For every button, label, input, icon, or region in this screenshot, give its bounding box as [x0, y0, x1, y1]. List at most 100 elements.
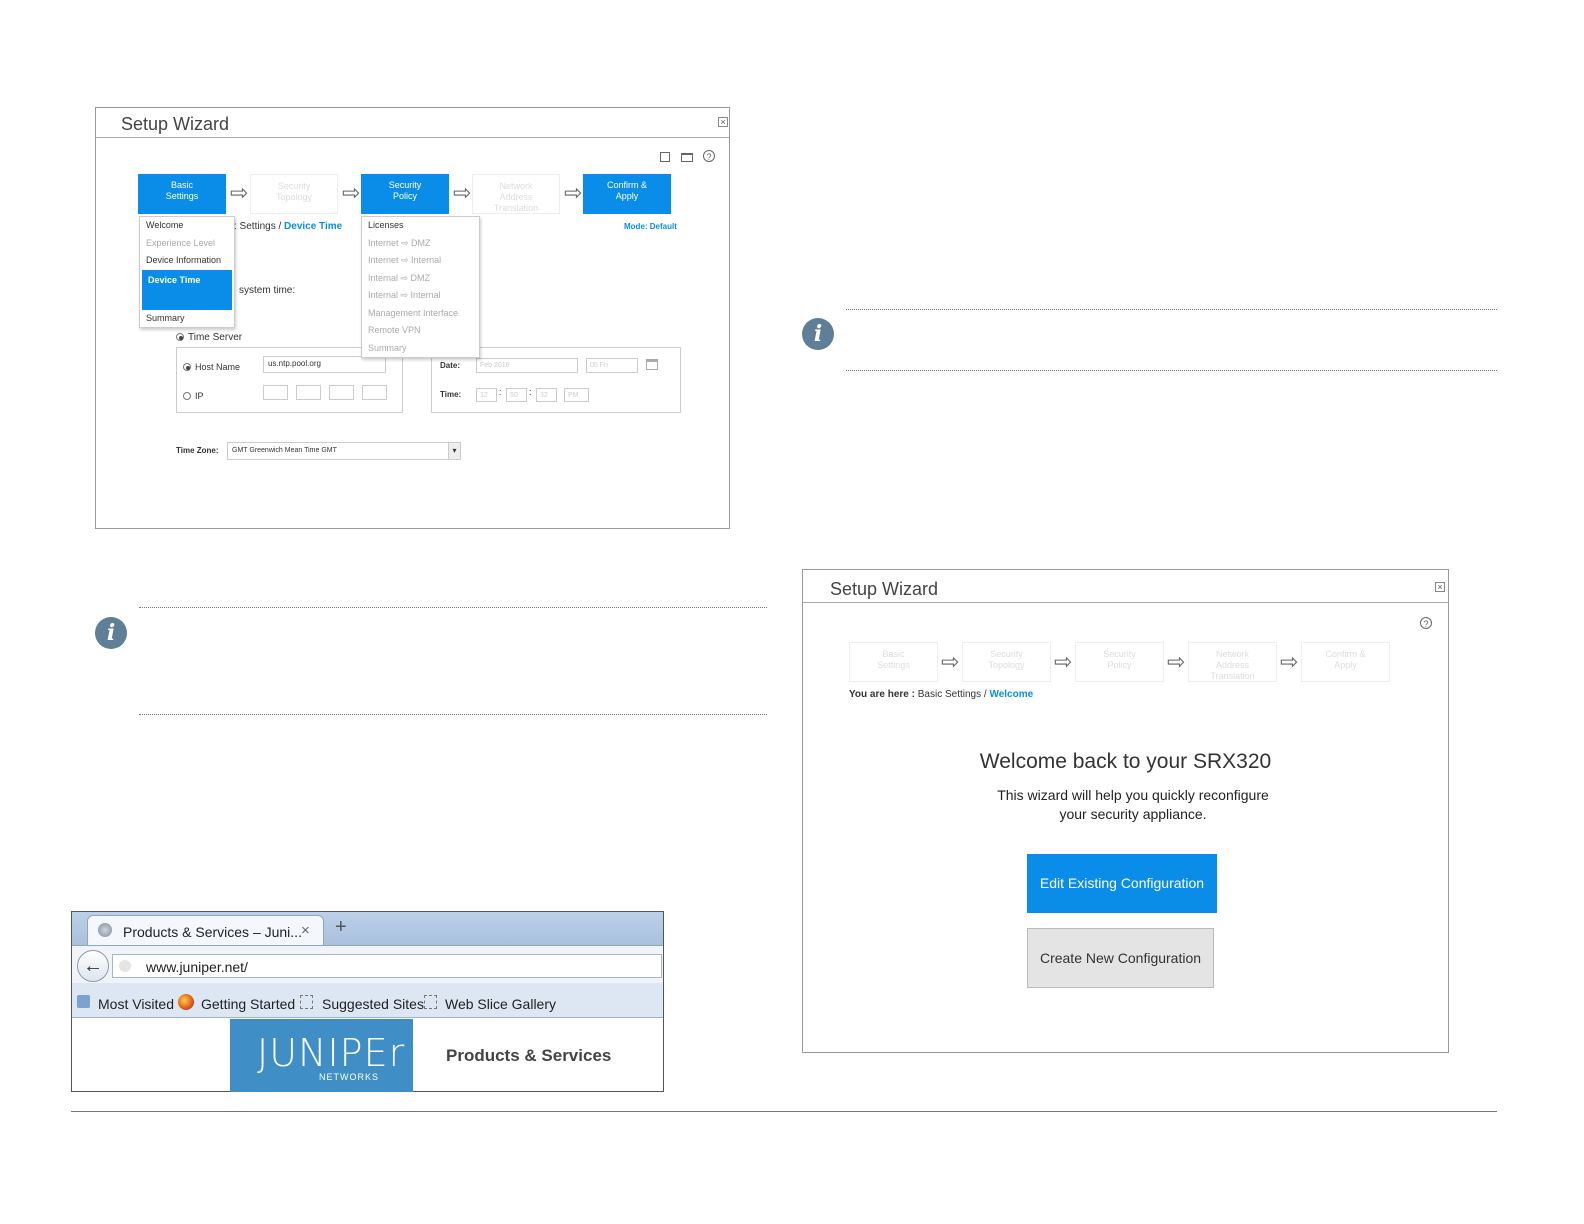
step-arrow-icon: ⇨: [941, 649, 960, 674]
site-identity-icon: [119, 960, 131, 972]
host-name-radio[interactable]: [183, 363, 191, 371]
time-server-radio[interactable]: [176, 333, 184, 341]
menu-item[interactable]: Experience Level: [140, 235, 234, 253]
time-server-label: Time Server: [188, 332, 243, 343]
time-sep: :: [529, 387, 532, 397]
ip-octet-3[interactable]: [329, 385, 354, 400]
mode-label: Mode: Default: [624, 222, 677, 231]
create-new-configuration-button[interactable]: Create New Configuration: [1027, 928, 1214, 988]
time-minute[interactable]: 50: [506, 388, 527, 402]
bookmark-suggested-sites[interactable]: Suggested Sites: [322, 996, 424, 1012]
menu-item[interactable]: Licenses: [362, 217, 479, 235]
calendar-icon[interactable]: [646, 359, 658, 370]
menu-item[interactable]: Summary: [362, 340, 479, 358]
bookmark-most-visited[interactable]: Most Visited: [98, 996, 174, 1012]
day-input[interactable]: 05 Fri: [586, 358, 638, 373]
step-arrow-icon: ⇨: [1280, 649, 1299, 674]
help-icon[interactable]: ?: [1420, 617, 1432, 629]
address-bar[interactable]: www.juniper.net/: [112, 954, 662, 978]
save-icon[interactable]: [660, 152, 670, 162]
juniper-logo[interactable]: JUNIPEr NETWORKS: [230, 1019, 413, 1092]
menu-item[interactable]: Device Time: [142, 269, 232, 310]
wizard-step-1[interactable]: Security Topology: [962, 642, 1051, 682]
note-rule-bottom: [846, 370, 1497, 371]
menu-item[interactable]: Management Interface: [362, 305, 479, 323]
menu-item[interactable]: Internet ⇨ Internal: [362, 252, 479, 270]
menu-item[interactable]: Internal ⇨ DMZ: [362, 270, 479, 288]
note-rule-bottom: [139, 714, 767, 715]
breadcrumb: : Settings / Device Time: [234, 221, 342, 232]
menu-item[interactable]: Summary: [140, 310, 234, 328]
step-arrow-icon: ⇨: [564, 180, 583, 205]
time-hour[interactable]: 12: [476, 388, 497, 402]
breadcrumb: You are here : Basic Settings / Welcome: [849, 689, 1033, 700]
welcome-heading: Welcome back to your SRX320: [979, 750, 1272, 773]
menu-item[interactable]: Internet ⇨ DMZ: [362, 235, 479, 253]
note-rule-top: [846, 309, 1497, 310]
note-rule-top: [139, 607, 767, 608]
wizard-step-2[interactable]: Security Policy: [1075, 642, 1164, 682]
ip-label: IP: [195, 391, 204, 401]
logo-subtitle: NETWORKS: [319, 1072, 380, 1082]
ip-radio[interactable]: [183, 392, 191, 400]
setup-wizard-window-1: Setup Wizard × ? Basic Settings ⇨ Security…: [95, 107, 730, 529]
url-text: www.juniper.net/: [146, 959, 248, 975]
bookmark-getting-started[interactable]: Getting Started: [201, 996, 295, 1012]
close-button[interactable]: ×: [1435, 582, 1445, 592]
breadcrumb-current: Device Time: [284, 221, 343, 232]
step-arrow-icon: ⇨: [1054, 649, 1073, 674]
wizard-step-1[interactable]: Security Topology: [250, 174, 338, 214]
firefox-icon: [178, 994, 194, 1010]
you-are-here-label: You are here :: [849, 689, 915, 700]
wizard-step-0[interactable]: Basic Settings: [849, 642, 938, 682]
date-input[interactable]: Feb 2016: [476, 358, 578, 373]
info-icon: i: [95, 617, 127, 649]
ip-octet-4[interactable]: [362, 385, 387, 400]
menu-item[interactable]: Internal ⇨ Internal: [362, 287, 479, 305]
step-arrow-icon: ⇨: [230, 180, 249, 205]
page-icon: [424, 995, 437, 1009]
products-services-link[interactable]: Products & Services: [446, 1046, 611, 1066]
security-policy-menu: Licenses Internet ⇨ DMZ Internet ⇨ Interna…: [361, 216, 480, 358]
most-visited-icon: [77, 995, 90, 1008]
time-sep: :: [499, 387, 502, 397]
wizard-step-2[interactable]: Security Policy: [361, 174, 449, 214]
menu-item[interactable]: Remote VPN: [362, 322, 479, 340]
new-tab-button[interactable]: +: [335, 916, 347, 939]
browser-tab[interactable]: Products & Services – Juni... ×: [87, 915, 324, 947]
chevron-down-icon: ▾: [448, 443, 460, 459]
breadcrumb-path: : Settings /: [234, 221, 285, 232]
folder-icon[interactable]: [681, 153, 693, 162]
logo-wordmark: JUNIPEr: [257, 1031, 406, 1075]
tab-close-icon[interactable]: ×: [301, 922, 310, 939]
host-name-label: Host Name: [195, 362, 241, 372]
menu-item[interactable]: Device Information: [140, 252, 234, 270]
menu-item[interactable]: Welcome: [140, 217, 234, 235]
time-label: Time:: [440, 390, 462, 399]
footer-rule: [71, 1111, 1497, 1112]
host-name-input[interactable]: us.ntp.pool.org: [263, 356, 386, 373]
bookmark-web-slice-gallery[interactable]: Web Slice Gallery: [445, 996, 556, 1012]
ip-octet-1[interactable]: [263, 385, 288, 400]
wizard-step-4[interactable]: Confirm & Apply: [583, 174, 671, 214]
ip-octet-2[interactable]: [296, 385, 321, 400]
step-arrow-icon: ⇨: [1167, 649, 1186, 674]
timezone-value: GMT Greenwich Mean Time GMT: [232, 447, 337, 454]
timezone-select[interactable]: GMT Greenwich Mean Time GMT ▾: [227, 442, 461, 460]
wizard-step-0[interactable]: Basic Settings: [138, 174, 226, 214]
browser-window: Products & Services – Juni... × + ← www.…: [71, 911, 664, 1092]
wizard-step-4[interactable]: Confirm & Apply: [1301, 642, 1390, 682]
page-icon: [300, 995, 313, 1009]
edit-existing-configuration-button[interactable]: Edit Existing Configuration: [1027, 854, 1217, 913]
back-button[interactable]: ←: [77, 950, 109, 982]
wizard-step-3[interactable]: Network Address Translation: [1188, 642, 1277, 682]
welcome-subtext-2: your security appliance.: [1059, 806, 1207, 822]
time-second[interactable]: 32: [536, 388, 557, 402]
help-icon[interactable]: ?: [703, 150, 715, 162]
favicon-icon: [98, 923, 112, 937]
step-arrow-icon: ⇨: [453, 180, 472, 205]
info-icon: i: [802, 318, 834, 350]
close-button[interactable]: ×: [718, 117, 728, 127]
wizard-step-3[interactable]: Network Address Translation: [472, 174, 560, 214]
time-ampm[interactable]: PM: [564, 388, 589, 402]
